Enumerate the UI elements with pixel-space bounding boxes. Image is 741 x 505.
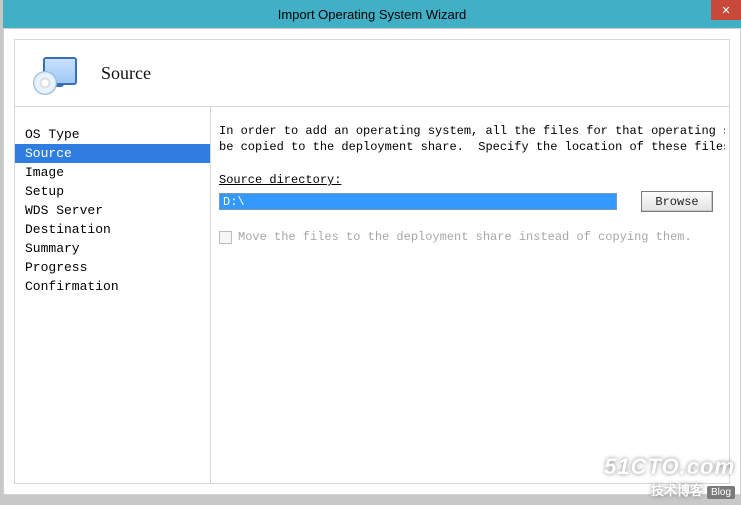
move-files-row: Move the files to the deployment share i… xyxy=(219,230,725,244)
nav-item-setup[interactable]: Setup xyxy=(15,182,210,201)
header-area: Source xyxy=(15,40,729,106)
wizard-nav: OS Type Source Image Setup WDS Server De… xyxy=(15,106,211,483)
nav-item-summary[interactable]: Summary xyxy=(15,239,210,258)
wizard-panel: Source OS Type Source Image Setup WDS Se… xyxy=(14,39,730,484)
nav-item-destination[interactable]: Destination xyxy=(15,220,210,239)
source-directory-label: Source directory: xyxy=(219,173,725,187)
os-disc-icon xyxy=(31,49,79,97)
wizard-window: Import Operating System Wizard ✕ Source … xyxy=(0,0,741,505)
nav-item-source[interactable]: Source xyxy=(15,144,210,163)
page-heading: Source xyxy=(101,63,151,84)
browse-button-label: Browse xyxy=(655,195,698,209)
nav-item-wds-server[interactable]: WDS Server xyxy=(15,201,210,220)
move-files-checkbox xyxy=(219,231,232,244)
move-files-label: Move the files to the deployment share i… xyxy=(238,230,692,244)
window-title: Import Operating System Wizard xyxy=(278,7,467,22)
source-directory-input[interactable] xyxy=(219,193,617,210)
title-bar: Import Operating System Wizard ✕ xyxy=(3,0,741,28)
source-directory-row: Browse xyxy=(219,191,725,212)
nav-item-os-type[interactable]: OS Type xyxy=(15,125,210,144)
browse-button[interactable]: Browse xyxy=(641,191,713,212)
nav-item-confirmation[interactable]: Confirmation xyxy=(15,277,210,296)
nav-item-image[interactable]: Image xyxy=(15,163,210,182)
close-button[interactable]: ✕ xyxy=(711,0,741,20)
instruction-text: In order to add an operating system, all… xyxy=(219,123,725,155)
content-panel: In order to add an operating system, all… xyxy=(211,106,729,483)
close-icon: ✕ xyxy=(721,4,730,17)
window-body: Source OS Type Source Image Setup WDS Se… xyxy=(3,28,741,495)
nav-item-progress[interactable]: Progress xyxy=(15,258,210,277)
